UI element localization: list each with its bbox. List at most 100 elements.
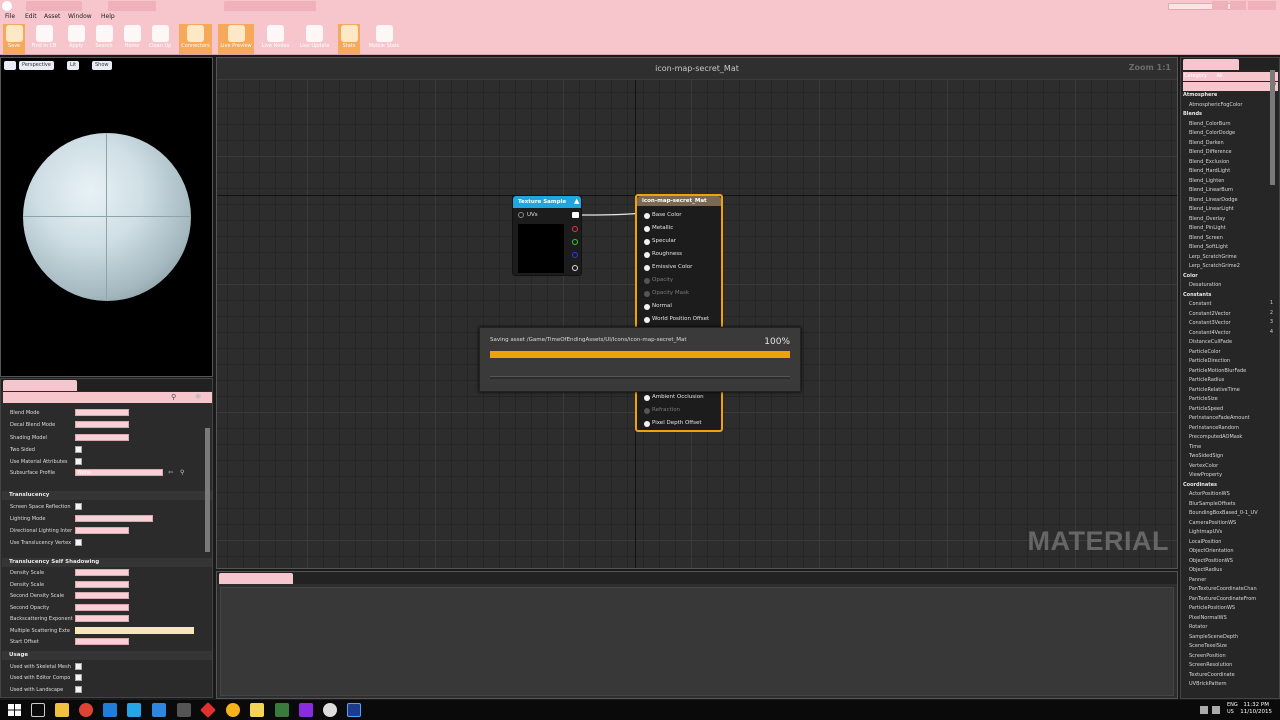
- used-with-landscape-checkbox[interactable]: [75, 686, 82, 693]
- app-icon[interactable]: [177, 703, 191, 717]
- palette-item[interactable]: Lerp_ScratchGrime2: [1189, 262, 1240, 270]
- app-icon[interactable]: [226, 703, 240, 717]
- ambient-occlusion-input-pin[interactable]: [644, 395, 650, 401]
- palette-item[interactable]: ParticlePositionWS: [1189, 604, 1235, 612]
- category-self-shadowing[interactable]: Translucency Self Shadowing: [2, 558, 212, 567]
- palette-item[interactable]: TwoSidedSign: [1189, 452, 1223, 460]
- palette-item[interactable]: Constant: [1189, 300, 1211, 308]
- palette-item[interactable]: Lerp_ScratchGrime: [1189, 253, 1237, 261]
- palette-item[interactable]: LocalPosition: [1189, 538, 1221, 546]
- palette-category[interactable]: Color: [1183, 272, 1198, 280]
- base-color-input-pin[interactable]: [644, 213, 650, 219]
- details-search-input[interactable]: [3, 392, 212, 403]
- opacity-input-pin[interactable]: [644, 278, 650, 284]
- visual-studio-icon[interactable]: [299, 703, 313, 717]
- palette-item[interactable]: ParticleColor: [1189, 348, 1221, 356]
- palette-item[interactable]: DistanceCullFade: [1189, 338, 1232, 346]
- second-opacity-input[interactable]: [75, 604, 129, 611]
- pixel-depth-offset-input-pin[interactable]: [644, 421, 650, 427]
- palette-item[interactable]: ParticleRelativeTime: [1189, 386, 1240, 394]
- live-nodes-button[interactable]: Live Nodes: [259, 24, 292, 54]
- palette-item[interactable]: PerInstanceRandom: [1189, 424, 1239, 432]
- normal-input-pin[interactable]: [644, 304, 650, 310]
- taskbar-clock[interactable]: 11:32 PM 11/10/2015: [1240, 702, 1272, 716]
- decal-blend-mode-select[interactable]: [75, 421, 129, 428]
- palette-item[interactable]: Blend_ColorDodge: [1189, 129, 1235, 137]
- directional-lighting-input[interactable]: [75, 527, 129, 534]
- palette-item[interactable]: Constant4Vector: [1189, 329, 1231, 337]
- palette-scrollbar[interactable]: [1270, 70, 1275, 185]
- two-sided-checkbox[interactable]: [75, 446, 82, 453]
- perspective-button[interactable]: Perspective: [19, 61, 54, 70]
- photoshop-icon[interactable]: [347, 703, 361, 717]
- menu-edit[interactable]: Edit: [25, 13, 37, 20]
- palette-item[interactable]: ScreenPosition: [1189, 652, 1226, 660]
- chrome-icon[interactable]: [79, 703, 93, 717]
- palette-item[interactable]: Blend_LinearLight: [1189, 205, 1234, 213]
- app-icon[interactable]: [275, 703, 289, 717]
- close-icon[interactable]: [1248, 1, 1276, 10]
- menu-asset[interactable]: Asset: [44, 13, 60, 20]
- category-translucency[interactable]: Translucency: [2, 491, 212, 500]
- app-icon[interactable]: [200, 702, 216, 718]
- palette-item[interactable]: Blend_Exclusion: [1189, 158, 1229, 166]
- used-with-editor-compo-checkbox[interactable]: [75, 674, 82, 681]
- palette-item[interactable]: LightmapUVs: [1189, 528, 1222, 536]
- lit-button[interactable]: Lit: [67, 61, 80, 70]
- view-options-icon[interactable]: ◉: [195, 392, 201, 400]
- world-position-offset-input-pin[interactable]: [644, 317, 650, 323]
- rgb-output-pin[interactable]: [572, 212, 579, 218]
- palette-item[interactable]: Blend_HardLight: [1189, 167, 1230, 175]
- palette-item[interactable]: Blend_Difference: [1189, 148, 1232, 156]
- unreal-engine-icon[interactable]: [323, 703, 337, 717]
- palette-item[interactable]: TextureCoordinate: [1189, 671, 1235, 679]
- palette-item[interactable]: ObjectOrientation: [1189, 547, 1234, 555]
- show-button[interactable]: Show: [92, 61, 112, 70]
- backscattering-exponent-input[interactable]: [75, 615, 129, 622]
- mobile-stats-button[interactable]: Mobile Stats: [366, 24, 402, 54]
- use-translucency-vertex-checkbox[interactable]: [75, 539, 82, 546]
- material-preview-viewport[interactable]: Perspective Lit Show: [0, 57, 213, 430]
- a-output-pin[interactable]: [572, 265, 578, 271]
- editor-tab[interactable]: [26, 1, 82, 11]
- uvs-input-pin[interactable]: [518, 212, 524, 218]
- find-in-cb-button[interactable]: Find in CB: [29, 24, 59, 54]
- palette-item[interactable]: Blend_ColorBurn: [1189, 120, 1231, 128]
- palette-item[interactable]: ParticleSize: [1189, 395, 1218, 403]
- arrow-icon[interactable]: ⇦: [168, 469, 173, 476]
- palette-item[interactable]: ScreenResolution: [1189, 661, 1232, 669]
- blend-mode-select[interactable]: [75, 409, 129, 416]
- refraction-input-pin[interactable]: [644, 408, 650, 414]
- palette-item[interactable]: PixelNormalWS: [1189, 614, 1227, 622]
- app-icon[interactable]: [152, 703, 166, 717]
- g-output-pin[interactable]: [572, 239, 578, 245]
- minimize-icon[interactable]: [1212, 1, 1228, 10]
- second-density-scale-input[interactable]: [75, 592, 129, 599]
- density-scale-input[interactable]: [75, 581, 129, 588]
- palette-item[interactable]: Rotator: [1189, 623, 1207, 631]
- palette-item[interactable]: CameraPositionWS: [1189, 519, 1236, 527]
- palette-item[interactable]: SceneTexelSize: [1189, 642, 1227, 650]
- viewport-options-button[interactable]: [4, 61, 16, 70]
- menu-file[interactable]: File: [5, 13, 15, 20]
- palette-item[interactable]: ObjectRadius: [1189, 566, 1222, 574]
- palette-item[interactable]: PanTextureCoordinateFrom: [1189, 595, 1256, 603]
- palette-category[interactable]: Atmosphere: [1183, 91, 1217, 99]
- palette-item[interactable]: ViewProperty: [1189, 471, 1222, 479]
- start-offset-input[interactable]: [75, 638, 129, 645]
- palette-item[interactable]: Blend_LinearDodge: [1189, 196, 1238, 204]
- palette-category[interactable]: Coordinates: [1183, 481, 1217, 489]
- material-result-node[interactable]: icon-map-secret_Mat Base Color Metallic Sp…: [635, 194, 723, 432]
- density-scale-input[interactable]: [75, 569, 129, 576]
- palette-item[interactable]: Time: [1189, 443, 1201, 451]
- collapse-icon[interactable]: ▲: [574, 197, 579, 205]
- palette-item[interactable]: ParticleRadius: [1189, 376, 1224, 384]
- palette-item[interactable]: ActorPositionWS: [1189, 490, 1230, 498]
- save-button[interactable]: Save: [3, 24, 25, 54]
- windows-start-icon[interactable]: [8, 704, 21, 716]
- palette-item[interactable]: SampleSceneDepth: [1189, 633, 1238, 641]
- task-view-icon[interactable]: [31, 703, 45, 717]
- metallic-input-pin[interactable]: [644, 226, 650, 232]
- opacity-mask-input-pin[interactable]: [644, 291, 650, 297]
- lighting-mode-select[interactable]: [75, 515, 153, 522]
